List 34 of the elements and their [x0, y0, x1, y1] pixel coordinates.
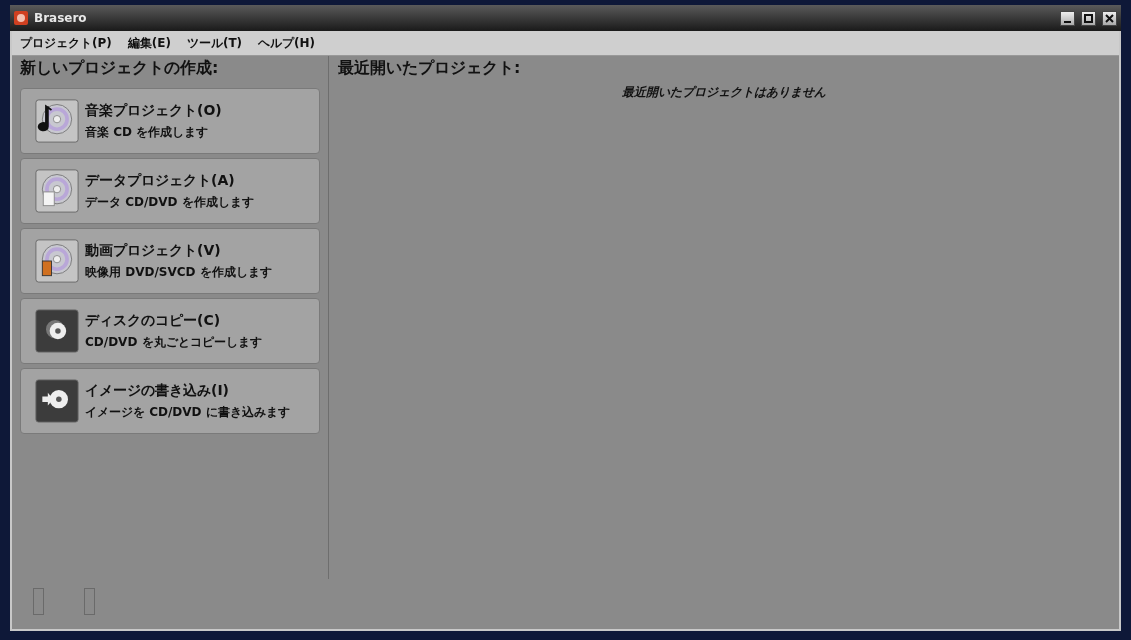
project-description: イメージを CD/DVD に書き込みます: [85, 403, 290, 421]
minimize-button[interactable]: [1060, 10, 1075, 26]
close-icon: [1105, 13, 1114, 23]
project-title: ディスクのコピー(C): [85, 311, 222, 330]
empty-message: 最近開いたプロジェクトはありません: [622, 84, 826, 101]
disc-burn-icon: [35, 379, 79, 423]
project-description: 音楽 CD を作成します: [85, 123, 210, 141]
menu-item[interactable]: プロジェクト(P): [20, 34, 112, 52]
menu-item[interactable]: ヘルプ(H): [258, 34, 316, 52]
project-title: イメージの書き込み(I): [85, 381, 230, 400]
project-type-button[interactable]: データプロジェクト(A) データ CD/DVD を作成します: [20, 158, 320, 224]
project-type-button[interactable]: イメージの書き込み(I) イメージを CD/DVD に書き込みます: [20, 368, 320, 434]
project-description: 映像用 DVD/SVCD を作成します: [85, 263, 272, 281]
maximize-button[interactable]: [1081, 10, 1096, 26]
maximize-icon: [1084, 13, 1093, 23]
section-heading: 新しいプロジェクトの作成:: [20, 57, 220, 79]
menu-item[interactable]: ツール(T): [186, 34, 243, 52]
project-title: データプロジェクト(A): [85, 171, 236, 190]
status-slot: [84, 588, 95, 615]
project-title: 動画プロジェクト(V): [85, 241, 222, 260]
project-type-button[interactable]: ディスクのコピー(C) CD/DVD を丸ごとコピーします: [20, 298, 320, 364]
section-heading: 最近開いたプロジェクト:: [338, 57, 522, 79]
window-title: Brasero: [34, 11, 88, 25]
close-button[interactable]: [1102, 10, 1117, 26]
project-type-button[interactable]: 音楽プロジェクト(O) 音楽 CD を作成します: [20, 88, 320, 154]
project-title: 音楽プロジェクト(O): [85, 101, 222, 120]
disc-copy-icon: [35, 309, 79, 353]
project-description: データ CD/DVD を作成します: [85, 193, 254, 211]
minimize-icon: [1064, 20, 1071, 23]
menu-item[interactable]: 編集(E): [127, 34, 171, 52]
app-icon: [14, 11, 28, 25]
project-type-button[interactable]: 動画プロジェクト(V) 映像用 DVD/SVCD を作成します: [20, 228, 320, 294]
project-description: CD/DVD を丸ごとコピーします: [85, 333, 262, 351]
status-slot: [33, 588, 44, 615]
